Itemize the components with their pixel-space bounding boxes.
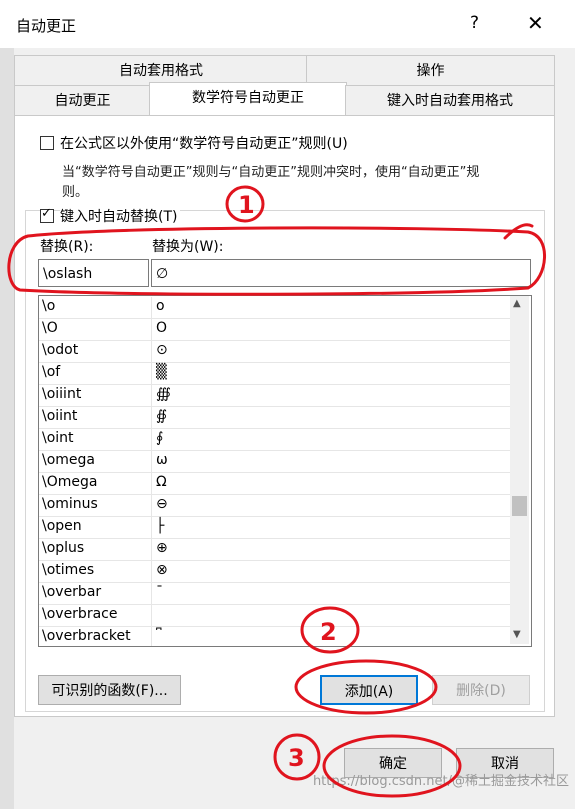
annotation-ellipse-ok	[322, 734, 462, 798]
annotation-ellipse-fields	[7, 226, 546, 296]
annotation-overlay: 1 2 3	[7, 185, 546, 798]
annotation-label-two: 2	[320, 618, 337, 646]
annotation-label-three: 3	[288, 744, 305, 772]
annotation-ellipse-add	[294, 659, 438, 715]
annotation-label-one: 1	[238, 191, 255, 219]
